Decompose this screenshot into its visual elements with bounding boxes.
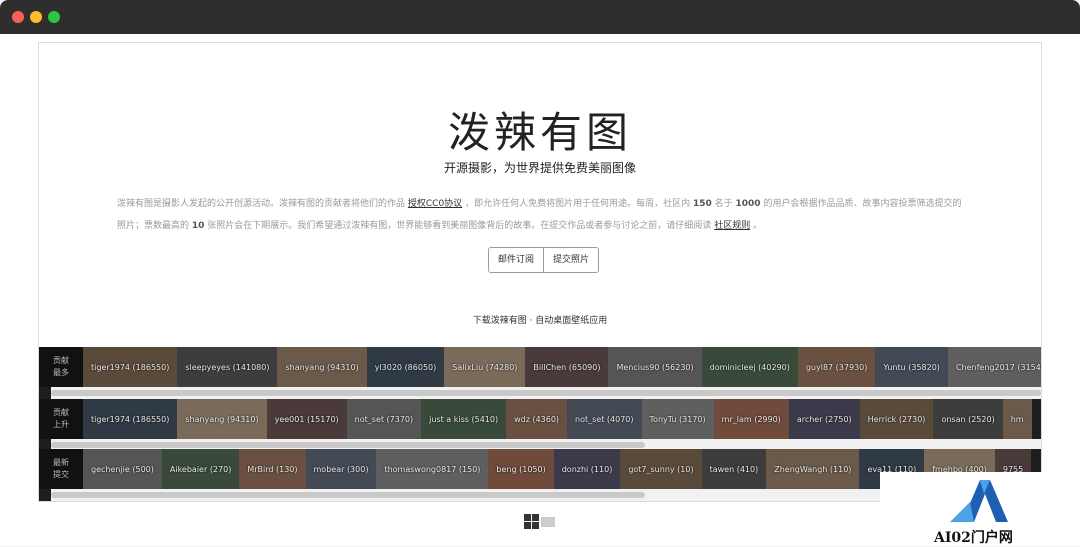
community-rules-link[interactable]: 社区规则 <box>714 221 750 231</box>
strip-cells: tiger1974 (186550) sleepyeyes (141080) sha… <box>83 347 1041 387</box>
browser-content: 泼辣有图 开源摄影，为世界提供免费美丽图像 泼辣有图是摄影人发起的公开创源活动。… <box>0 34 1080 546</box>
photo-tile[interactable]: just a kiss (5410) <box>421 399 507 439</box>
close-window-button[interactable] <box>12 11 24 23</box>
photo-tile[interactable]: onsan (2520) <box>933 399 1003 439</box>
photo-tile[interactable]: beng (1050) <box>488 449 554 489</box>
photo-tile[interactable]: shanyang (94310) <box>177 399 267 439</box>
photo-tile[interactable]: yl3020 (86050) <box>366 347 445 387</box>
photo-tile[interactable]: Chenfeng2017 (31540) <box>947 347 1041 387</box>
page-subtitle: 开源摄影，为世界提供免费美丽图像 <box>443 161 636 175</box>
photo-tile[interactable]: mr_lam (2990) <box>713 399 789 439</box>
scrollbar-thumb[interactable] <box>51 492 645 498</box>
photo-tile[interactable]: TonyTu (3170) <box>641 399 714 439</box>
strip-label-line: 贡献 <box>53 356 69 365</box>
photo-tile[interactable]: hm <box>1002 399 1032 439</box>
desc-number: 10 <box>191 221 205 231</box>
photo-tile[interactable]: MrBird (130) <box>239 449 306 489</box>
page-title: 泼辣有图 <box>447 108 632 157</box>
photo-tile[interactable]: yee001 (15170) <box>266 399 347 439</box>
list-view-icon <box>541 517 555 527</box>
grid-view-icon[interactable] <box>524 514 556 530</box>
strip-label: 贡献 最多 <box>39 347 83 387</box>
photo-tile[interactable]: ZhengWangh (110) <box>766 449 860 489</box>
photo-tile[interactable]: BillChen (65090) <box>525 347 609 387</box>
photo-tile[interactable]: dominicleej (40290) <box>701 347 798 387</box>
photo-tile[interactable]: wdz (4360) <box>506 399 568 439</box>
strip-top-contributors: 贡献 最多 tiger1974 (186550) sleepyeyes (1410… <box>39 347 1041 399</box>
photo-tile[interactable]: not_set (7370) <box>346 399 422 439</box>
strip-label-line: 提交 <box>53 470 69 479</box>
cc0-license-link[interactable]: 授权CC0协议 <box>408 199 462 209</box>
photo-tile[interactable]: SalixLiu (74280) <box>444 347 526 387</box>
photo-tile[interactable]: guyl87 (37930) <box>797 347 876 387</box>
photo-tile[interactable]: Yuntu (35820) <box>875 347 948 387</box>
page-frame: 泼辣有图 开源摄影，为世界提供免费美丽图像 泼辣有图是摄影人发起的公开创源活动。… <box>38 42 1042 502</box>
photo-tile[interactable]: sleepyeyes (141080) <box>177 347 278 387</box>
window-titlebar <box>0 0 1080 34</box>
minimize-window-button[interactable] <box>30 11 42 23</box>
photo-tile[interactable]: donzhi (110) <box>553 449 621 489</box>
action-buttons: 邮件订阅 提交照片 <box>488 247 600 273</box>
desc-number: 1000 <box>735 199 761 209</box>
strip-label-line: 最新 <box>53 458 69 467</box>
desc-text: 泼辣有图是摄影人发起的公开创源活动。泼辣有图的贡献者将他们的作品 <box>117 199 406 209</box>
watermark-logo: AI02门户网 <box>880 472 1080 546</box>
photo-tile[interactable]: not_set (4070) <box>567 399 642 439</box>
desc-text: 张照片会在下期展示。我们希望通过泼辣有图，世界能够看到美丽图像背后的故事。在提交… <box>207 221 712 231</box>
photo-tile[interactable]: got7_sunny (10) <box>620 449 702 489</box>
strip-label: 最新 提交 <box>39 449 83 489</box>
photo-tile[interactable]: thomaswong0817 (150) <box>376 449 489 489</box>
logo-a-icon <box>950 480 1008 522</box>
scrollbar-thumb[interactable] <box>51 442 645 448</box>
photo-tile[interactable]: Aikebaier (270) <box>161 449 240 489</box>
photo-tile[interactable]: gechenjie (500) <box>83 449 162 489</box>
grid-square <box>532 522 539 529</box>
photo-tile[interactable]: mobear (300) <box>305 449 377 489</box>
strip-cells: tiger1974 (186550) shanyang (94310) yee001… <box>83 399 1032 439</box>
strip-label: 贡献 上升 <box>39 399 83 439</box>
photo-tile[interactable]: Herrick (2730) <box>859 399 934 439</box>
maximize-window-button[interactable] <box>48 11 60 23</box>
photo-tile[interactable]: Mencius90 (56230) <box>608 347 702 387</box>
grid-square <box>532 514 539 521</box>
strip-label-line: 最多 <box>53 368 69 377</box>
photo-tile[interactable]: tiger1974 (186550) <box>83 399 178 439</box>
grid-square <box>524 514 531 521</box>
horizontal-scrollbar[interactable] <box>51 387 1041 399</box>
desc-number: 150 <box>692 199 712 209</box>
photo-tile[interactable]: tiger1974 (186550) <box>83 347 178 387</box>
photo-tile[interactable]: shanyang (94310) <box>277 347 367 387</box>
email-subscribe-button[interactable]: 邮件订阅 <box>489 248 544 272</box>
desc-text: ，即允许任何人免费将图片用于任何用途。每周，社区内 <box>465 199 691 209</box>
strip-label-line: 贡献 <box>53 408 69 417</box>
photo-tile[interactable]: archer (2750) <box>788 399 860 439</box>
desc-text: 。 <box>753 221 763 231</box>
grid-square <box>524 522 531 529</box>
scrollbar-thumb[interactable] <box>51 390 1041 396</box>
desc-text: 名于 <box>714 199 733 209</box>
strip-rising-contributors: 贡献 上升 tiger1974 (186550) shanyang (94310)… <box>39 399 1041 451</box>
watermark-text: AI02门户网 <box>934 530 1013 546</box>
download-app-link[interactable]: 下载泼辣有图 · 自动桌面壁纸应用 <box>39 313 1041 326</box>
submit-photo-button[interactable]: 提交照片 <box>543 248 599 272</box>
strip-label-line: 上升 <box>53 420 69 429</box>
photo-tile[interactable]: tawen (410) <box>701 449 767 489</box>
intro-paragraph: 泼辣有图是摄影人发起的公开创源活动。泼辣有图的贡献者将他们的作品 授权CC0协议… <box>117 193 963 237</box>
